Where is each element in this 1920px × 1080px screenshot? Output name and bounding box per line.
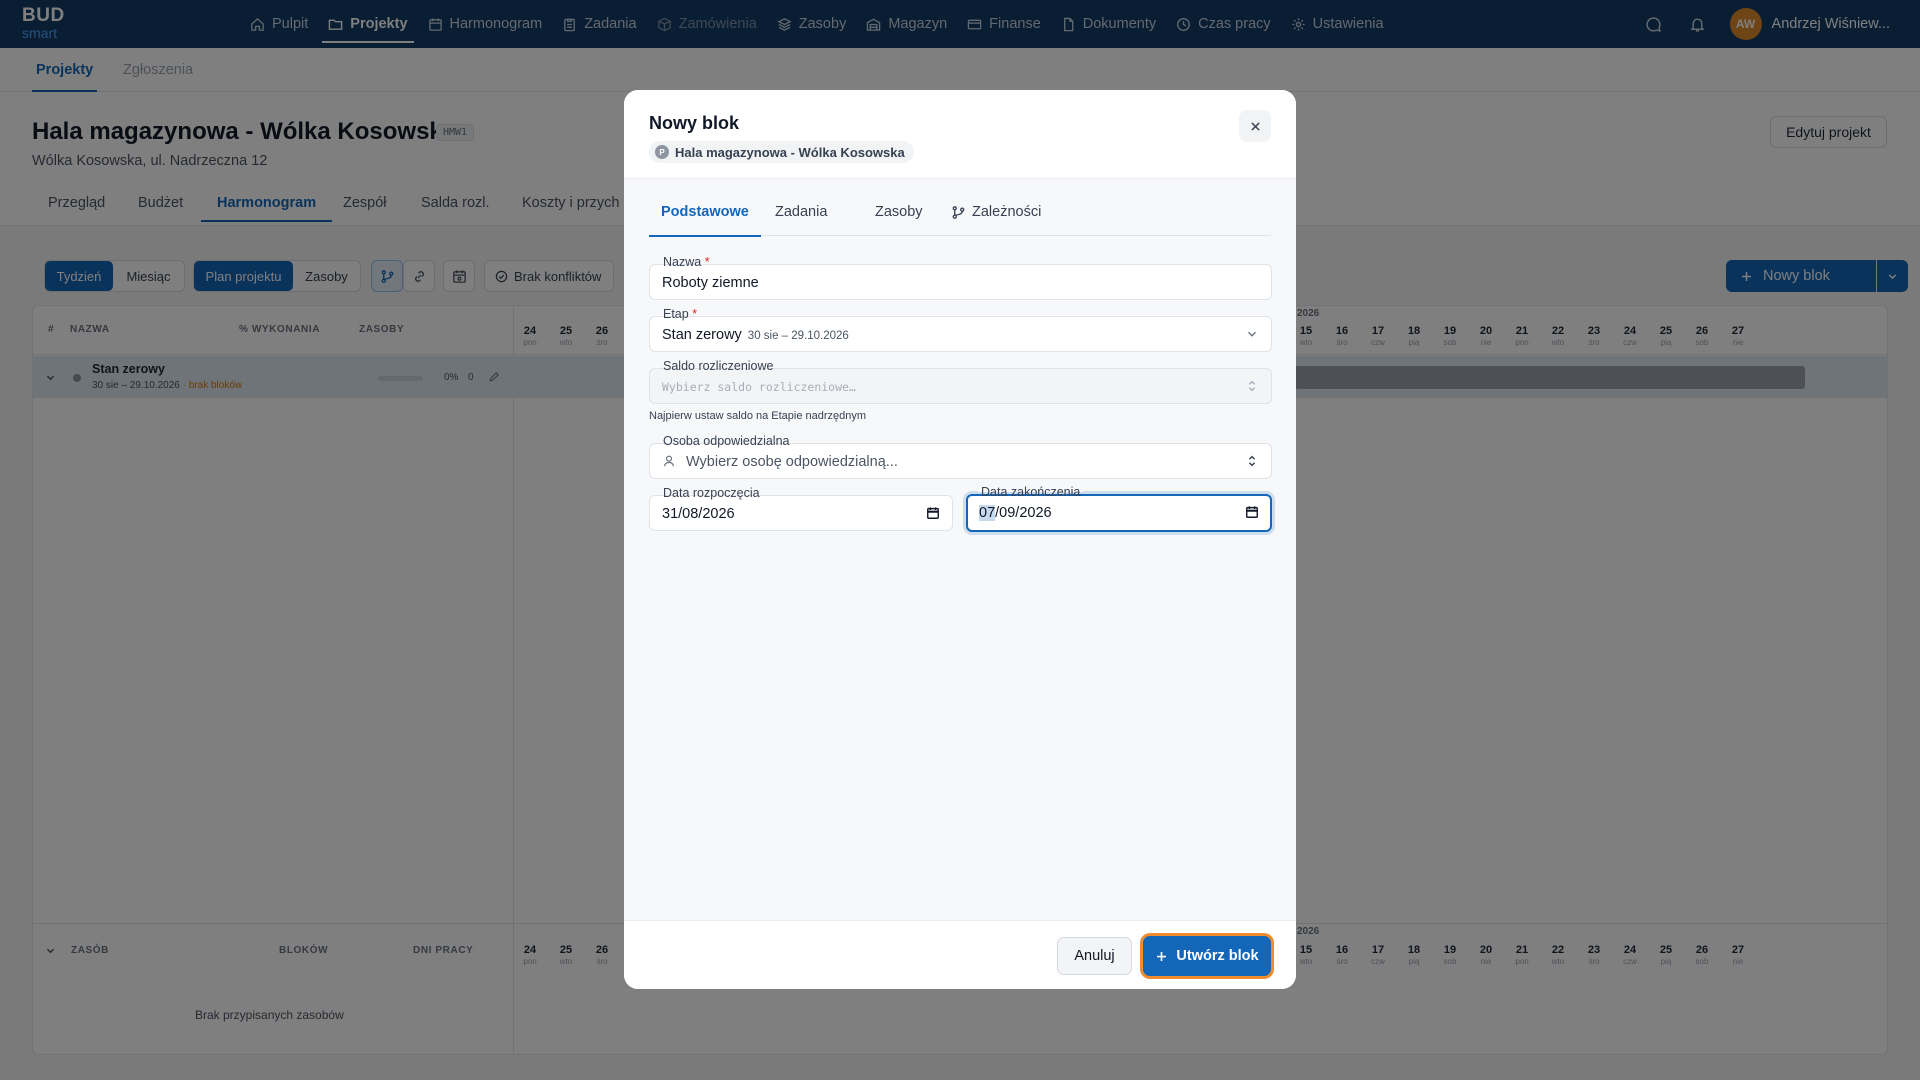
stage-value: Stan zerowy 30 sie – 29.10.2026: [662, 327, 849, 343]
tab-podstawowe[interactable]: Podstawowe: [649, 201, 761, 237]
dialog-header: Nowy blok P Hala magazynowa - Wólka Koso…: [624, 90, 1296, 178]
start-date-label: Data rozpoczęcia: [660, 486, 763, 500]
tab-label: Zasoby: [875, 204, 923, 220]
stage-value-range: 30 sie – 29.10.2026: [747, 330, 849, 342]
responsible-person-placeholder: Wybierz osobę odpowiedzialną...: [686, 454, 898, 470]
close-button[interactable]: [1239, 110, 1271, 142]
end-date-rest: /09/2026: [995, 505, 1052, 521]
stage-label: Etap *: [660, 307, 701, 321]
tab-zadania[interactable]: Zadania: [775, 201, 827, 236]
dialog-footer: Anuluj Utwórz blok: [624, 920, 1296, 989]
tab-zasoby[interactable]: Zasoby: [875, 201, 923, 236]
dialog-title: Nowy blok: [649, 113, 740, 133]
project-chip-label: Hala magazynowa - Wólka Kosowska: [675, 144, 905, 160]
start-date-field[interactable]: Data rozpoczęcia 31/08/2026: [649, 486, 953, 531]
balance-label: Saldo rozliczeniowe: [660, 359, 777, 373]
tab-label: Podstawowe: [661, 204, 749, 220]
cancel-button[interactable]: Anuluj: [1057, 937, 1132, 975]
end-date-field[interactable]: Data zakończenia 07/09/2026: [966, 485, 1272, 532]
project-initial-icon: P: [655, 145, 669, 159]
end-date-input[interactable]: 07/09/2026: [979, 505, 1052, 521]
tab-label: Zadania: [775, 204, 828, 220]
end-date-day-segment[interactable]: 07: [979, 505, 996, 521]
required-mark: *: [692, 307, 698, 321]
create-block-label: Utwórz blok: [1176, 948, 1259, 964]
stage-value-name: Stan zerowy: [662, 327, 742, 343]
create-block-button[interactable]: Utwórz blok: [1143, 936, 1271, 976]
name-field[interactable]: Nazwa * Roboty ziemne: [649, 255, 1272, 300]
chevron-updown-icon: [1245, 454, 1259, 468]
dialog-tabs: Podstawowe Zadania Zasoby Zależności: [649, 201, 1271, 237]
start-date-input[interactable]: 31/08/2026: [662, 506, 735, 522]
tab-label: Zależności: [972, 204, 1042, 220]
plus-icon: [1155, 950, 1168, 963]
branch-icon: [951, 204, 966, 220]
chevron-updown-icon: [1245, 379, 1259, 393]
balance-placeholder: Wybierz saldo rozliczeniowe…: [662, 380, 856, 394]
name-label-text: Nazwa: [663, 255, 702, 269]
responsible-person-select[interactable]: Osoba odpowiedzialna Wybierz osobę odpow…: [649, 434, 1272, 479]
user-icon: [662, 454, 676, 468]
name-label: Nazwa *: [660, 255, 713, 269]
calendar-icon[interactable]: [1245, 505, 1259, 519]
tab-zaleznosci[interactable]: Zależności: [951, 201, 1041, 236]
project-chip: P Hala magazynowa - Wólka Kosowska: [649, 141, 914, 163]
required-mark: *: [704, 255, 710, 269]
end-date-label: Data zakończenia: [978, 485, 1084, 499]
dialog-body: Podstawowe Zadania Zasoby Zależności Naz…: [624, 178, 1296, 920]
close-icon: [1249, 120, 1262, 133]
chevron-down-icon: [1245, 327, 1259, 341]
responsible-person-label: Osoba odpowiedzialna: [660, 434, 793, 448]
name-input[interactable]: Roboty ziemne: [662, 275, 759, 291]
balance-select[interactable]: Saldo rozliczeniowe Wybierz saldo rozlic…: [649, 359, 1272, 404]
calendar-icon[interactable]: [926, 506, 940, 520]
stage-label-text: Etap: [663, 307, 689, 321]
balance-hint: Najpierw ustaw saldo na Etapie nadrzędny…: [649, 410, 867, 422]
new-block-dialog: Nowy blok P Hala magazynowa - Wólka Koso…: [624, 90, 1296, 989]
stage-select[interactable]: Etap * Stan zerowy 30 sie – 29.10.2026: [649, 307, 1272, 352]
